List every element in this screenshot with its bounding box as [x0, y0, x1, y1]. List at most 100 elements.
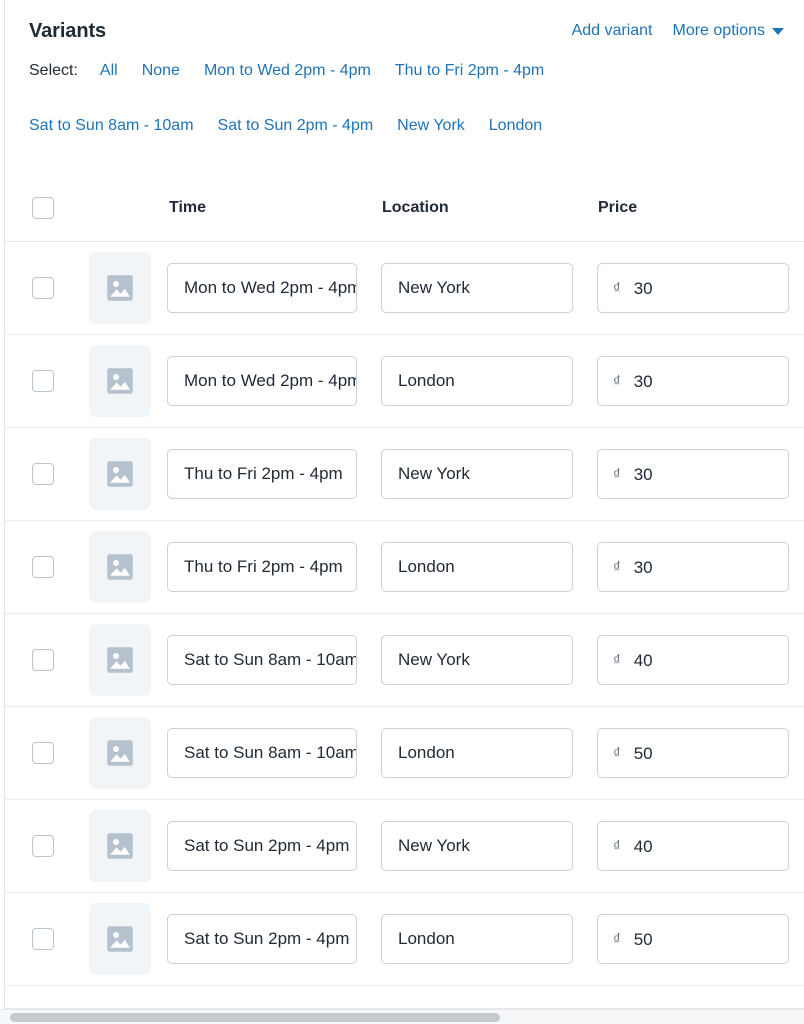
image-placeholder-icon [107, 368, 133, 394]
image-placeholder-icon [107, 833, 133, 859]
time-input[interactable]: Sat to Sun 2pm - 4pm [167, 821, 357, 871]
row-select-checkbox[interactable] [32, 835, 54, 857]
price-input[interactable]: ₫ 50 [597, 728, 789, 778]
row-select-checkbox[interactable] [32, 463, 54, 485]
price-input-value: 40 [633, 650, 653, 670]
row-select-cell [5, 835, 73, 857]
table-body: Mon to Wed 2pm - 4pm New York ₫ 30 Mon to We… [5, 242, 804, 986]
location-input-value: London [398, 743, 455, 762]
row-select-cell [5, 928, 73, 950]
table-row: Sat to Sun 2pm - 4pm London ₫ 50 [5, 893, 804, 986]
price-input[interactable]: ₫ 30 [597, 356, 789, 406]
location-input-value: New York [398, 650, 470, 669]
card-header: Variants Add variant More options [5, 0, 804, 62]
horizontal-scrollbar[interactable] [0, 1009, 804, 1024]
variant-image-thumbnail[interactable] [89, 810, 151, 882]
column-header-price-label: Price [598, 198, 638, 216]
select-link-new-york[interactable]: New York [397, 118, 465, 134]
row-select-checkbox[interactable] [32, 928, 54, 950]
row-select-checkbox[interactable] [32, 277, 54, 299]
select-link-sat-to-sun-8am[interactable]: Sat to Sun 8am - 10am [29, 118, 194, 134]
row-select-cell [5, 370, 73, 392]
location-input[interactable]: New York [381, 635, 573, 685]
variant-image-thumbnail[interactable] [89, 903, 151, 975]
select-link-none[interactable]: None [142, 63, 180, 79]
row-time-cell: Mon to Wed 2pm - 4pm [167, 356, 381, 406]
price-input[interactable]: ₫ 50 [597, 914, 789, 964]
row-location-cell: London [381, 542, 597, 592]
variant-image-thumbnail[interactable] [89, 531, 151, 603]
time-input[interactable]: Sat to Sun 2pm - 4pm [167, 914, 357, 964]
column-header-location: Location [381, 199, 597, 217]
location-input[interactable]: London [381, 542, 573, 592]
time-input[interactable]: Sat to Sun 8am - 10am [167, 635, 357, 685]
time-input[interactable]: Sat to Sun 8am - 10am [167, 728, 357, 778]
variant-image-thumbnail[interactable] [89, 624, 151, 696]
image-placeholder-icon [107, 740, 133, 766]
location-input[interactable]: London [381, 914, 573, 964]
row-select-checkbox[interactable] [32, 742, 54, 764]
variant-image-thumbnail[interactable] [89, 717, 151, 789]
price-input-inner: ₫ 50 [598, 745, 653, 762]
location-input[interactable]: New York [381, 263, 573, 313]
price-input[interactable]: ₫ 40 [597, 821, 789, 871]
select-all-checkbox[interactable] [32, 196, 54, 219]
select-link-mon-to-wed[interactable]: Mon to Wed 2pm - 4pm [204, 63, 371, 79]
column-header-time: Time [167, 199, 381, 217]
image-placeholder-icon [107, 275, 133, 301]
row-thumbnail-cell [73, 531, 167, 603]
time-input-value: Sat to Sun 8am - 10am [184, 650, 357, 669]
location-input[interactable]: London [381, 728, 573, 778]
time-input[interactable]: Thu to Fri 2pm - 4pm [167, 449, 357, 499]
location-input[interactable]: New York [381, 449, 573, 499]
price-input[interactable]: ₫ 30 [597, 263, 789, 313]
chevron-down-icon [772, 27, 784, 35]
row-time-cell: Thu to Fri 2pm - 4pm [167, 542, 381, 592]
row-price-cell: ₫ 40 [597, 635, 804, 685]
select-link-all[interactable]: All [100, 63, 118, 79]
row-select-checkbox[interactable] [32, 370, 54, 392]
row-select-cell [5, 742, 73, 764]
time-input[interactable]: Thu to Fri 2pm - 4pm [167, 542, 357, 592]
row-select-checkbox[interactable] [32, 556, 54, 578]
price-input-inner: ₫ 30 [598, 466, 653, 483]
image-placeholder-icon [107, 926, 133, 952]
add-variant-link[interactable]: Add variant [572, 23, 653, 39]
horizontal-scrollbar-thumb[interactable] [10, 1013, 500, 1022]
time-input-value: Mon to Wed 2pm - 4pm [184, 278, 357, 297]
time-input[interactable]: Mon to Wed 2pm - 4pm [167, 356, 357, 406]
table-header-row: Time Location Price [5, 174, 804, 242]
row-time-cell: Sat to Sun 8am - 10am [167, 635, 381, 685]
time-input[interactable]: Mon to Wed 2pm - 4pm [167, 263, 357, 313]
location-input[interactable]: New York [381, 821, 573, 871]
row-location-cell: London [381, 356, 597, 406]
more-options-button[interactable]: More options [673, 23, 784, 39]
row-select-checkbox[interactable] [32, 649, 54, 671]
price-input-inner: ₫ 30 [598, 559, 653, 576]
location-input-value: New York [398, 836, 470, 855]
location-input[interactable]: London [381, 356, 573, 406]
price-input-value: 30 [633, 557, 653, 577]
select-link-london[interactable]: London [489, 118, 542, 134]
price-input[interactable]: ₫ 30 [597, 449, 789, 499]
price-input[interactable]: ₫ 40 [597, 635, 789, 685]
row-thumbnail-cell [73, 903, 167, 975]
variant-image-thumbnail[interactable] [89, 252, 151, 324]
location-input-value: London [398, 371, 455, 390]
time-input-value: Sat to Sun 8am - 10am [184, 743, 357, 762]
row-location-cell: New York [381, 449, 597, 499]
row-time-cell: Sat to Sun 8am - 10am [167, 728, 381, 778]
currency-symbol-icon: ₫ [613, 651, 621, 669]
variants-screen: Variants Add variant More options Select… [0, 0, 804, 1024]
select-label: Select: [29, 62, 78, 79]
select-link-thu-to-fri[interactable]: Thu to Fri 2pm - 4pm [395, 63, 544, 79]
table-row: Thu to Fri 2pm - 4pm London ₫ 30 [5, 521, 804, 614]
currency-symbol-icon: ₫ [613, 837, 621, 855]
variant-image-thumbnail[interactable] [89, 345, 151, 417]
variant-image-thumbnail[interactable] [89, 438, 151, 510]
row-thumbnail-cell [73, 624, 167, 696]
select-link-sat-to-sun-2pm[interactable]: Sat to Sun 2pm - 4pm [218, 118, 374, 134]
location-input-value: New York [398, 278, 470, 297]
price-input-value: 30 [633, 278, 653, 298]
price-input[interactable]: ₫ 30 [597, 542, 789, 592]
